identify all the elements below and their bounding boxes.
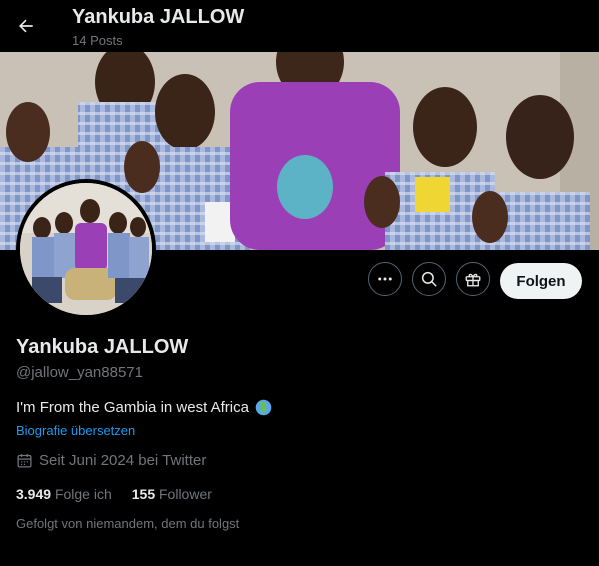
followers-count: 155 (131, 486, 156, 502)
back-button[interactable] (10, 10, 42, 42)
join-date-text: Seit Juni 2024 bei Twitter (39, 452, 207, 469)
header-title: Yankuba JALLOW (72, 6, 245, 28)
followers-label: Follower (159, 486, 212, 502)
profile-header: Yankuba JALLOW 14 Posts (0, 0, 599, 52)
more-horizontal-icon (378, 277, 392, 281)
user-handle: @jallow_yan88571 (16, 364, 143, 381)
gift-button[interactable] (456, 262, 490, 296)
following-link[interactable]: 3.949 Folge ich (16, 486, 112, 502)
profile-bio: I'm From the Gambia in west Africa (16, 399, 272, 416)
search-icon (421, 271, 437, 287)
bio-text: I'm From the Gambia in west Africa (16, 399, 249, 416)
search-profile-button[interactable] (412, 262, 446, 296)
globe-africa-icon (255, 399, 272, 416)
followers-link[interactable]: 155 Follower (132, 486, 212, 502)
translate-bio-link[interactable]: Biografie übersetzen (16, 423, 135, 438)
followed-by-text: Gefolgt von niemandem, dem du folgst (16, 516, 240, 531)
following-label: Folge ich (54, 486, 112, 502)
gift-icon (465, 273, 481, 287)
display-name: Yankuba JALLOW (16, 336, 189, 358)
profile-avatar[interactable] (16, 179, 156, 319)
calendar-icon (17, 454, 32, 468)
join-date: Seit Juni 2024 bei Twitter (16, 452, 206, 469)
follow-button[interactable]: Folgen (500, 263, 582, 299)
follow-stats: 3.949 Folge ich 155 Follower (16, 486, 212, 502)
avatar-photo (20, 183, 152, 315)
arrow-left-icon (19, 19, 33, 33)
more-button[interactable] (368, 262, 402, 296)
header-posts-count: 14 Posts (72, 33, 123, 48)
following-count: 3.949 (16, 486, 52, 502)
